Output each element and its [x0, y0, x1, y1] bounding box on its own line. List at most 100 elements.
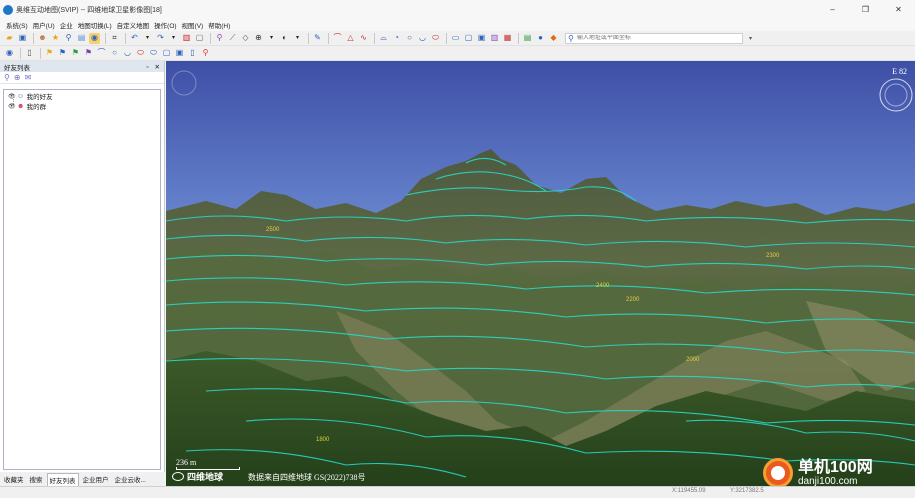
- maximize-button[interactable]: ❐: [849, 0, 882, 19]
- arc-tool-icon[interactable]: ◡: [122, 48, 133, 59]
- measure-area-icon[interactable]: ◇: [240, 33, 251, 44]
- arc-open-icon[interactable]: ◡: [417, 33, 428, 44]
- rounded-rect-icon[interactable]: ▢: [463, 33, 474, 44]
- window-controls: ‒ ❐ ✕: [816, 0, 915, 19]
- polyline-tool-icon[interactable]: ⌒: [96, 48, 107, 59]
- target-icon[interactable]: ⊕: [253, 33, 264, 44]
- delete-icon[interactable]: ▥: [181, 33, 192, 44]
- curve-icon[interactable]: ∿: [358, 33, 369, 44]
- menu-operation[interactable]: 操作(O): [154, 20, 176, 30]
- tree-item-label: 我的好友: [26, 94, 53, 101]
- square-tool-icon[interactable]: ▣: [174, 48, 185, 59]
- minimize-button[interactable]: ‒: [816, 0, 849, 19]
- watermark-text: 单机100网 danji100.com: [798, 459, 873, 486]
- tree-item-groups[interactable]: 👁 ☻ 我的群: [8, 101, 160, 112]
- shape-icon[interactable]: ▣: [476, 33, 487, 44]
- site-watermark: 单机100网 danji100.com: [763, 455, 913, 486]
- undo-dropdown-icon[interactable]: ▾: [142, 33, 153, 44]
- message-icon[interactable]: ▤: [522, 33, 533, 44]
- brand-logo-icon: [172, 472, 184, 481]
- tab-favorites[interactable]: 收藏夹: [2, 473, 26, 485]
- visibility-icon[interactable]: 👁: [8, 103, 16, 110]
- toolbar-separator: [308, 32, 309, 44]
- 3d-view-icon[interactable]: ◉: [89, 32, 100, 44]
- close-button[interactable]: ✕: [882, 0, 915, 19]
- watermark-title: 单机100网: [798, 459, 873, 476]
- book-icon[interactable]: ▥: [489, 33, 500, 44]
- doc-tool-icon[interactable]: ▯: [187, 48, 198, 59]
- redo-icon[interactable]: ↷: [155, 33, 166, 44]
- new-page-icon[interactable]: ▯: [24, 48, 35, 59]
- layer-icon[interactable]: ◐: [279, 33, 290, 44]
- toolbar-separator: [20, 47, 21, 59]
- map-pin-icon[interactable]: ⚲: [200, 48, 211, 59]
- svg-text:1800: 1800: [316, 437, 330, 443]
- locate-icon[interactable]: ◉: [4, 48, 15, 59]
- window-title: 奥维互动地图(SVIP) -- 四维地球卫星影像图[18]: [16, 5, 162, 15]
- rect-icon[interactable]: ▭: [450, 33, 461, 44]
- draw-pen-icon[interactable]: ✎: [312, 33, 323, 44]
- friends-panel: 好友列表 ▫ ✕ ⚲ ⊕ ✉ 👁 ☺ 我的好友 👁 ☻ 我的群 收藏夹 搜索 好…: [0, 61, 165, 486]
- circle-icon[interactable]: ○: [404, 33, 415, 44]
- panel-mail-icon[interactable]: ✉: [25, 73, 32, 82]
- ellipse-tool-icon[interactable]: ⬭: [135, 48, 146, 59]
- marker-icon[interactable]: ⚲: [214, 33, 225, 44]
- toolbar-separator: [446, 32, 447, 44]
- crop-icon[interactable]: ⌗: [109, 33, 120, 44]
- save-icon[interactable]: ▣: [17, 33, 28, 44]
- triangle-icon[interactable]: △: [345, 33, 356, 44]
- menu-view[interactable]: 视图(V): [182, 20, 204, 30]
- layer-dropdown-icon[interactable]: ▾: [292, 33, 303, 44]
- tab-enterprise-users[interactable]: 企业用户: [81, 473, 111, 485]
- undo-icon[interactable]: ↶: [129, 33, 140, 44]
- stats-icon[interactable]: ▦: [502, 33, 513, 44]
- tab-search[interactable]: 搜索: [28, 473, 45, 485]
- panel-pin-button[interactable]: ▫: [146, 64, 148, 71]
- menu-user[interactable]: 用户(U): [33, 20, 55, 30]
- panel-search-icon[interactable]: ⚲: [4, 73, 10, 82]
- pin-icon[interactable]: ⚲: [63, 33, 74, 44]
- menu-enterprise[interactable]: 企业: [60, 20, 73, 30]
- search-bar: ⚲: [565, 32, 743, 44]
- tag-green-icon[interactable]: ⚑: [70, 48, 81, 59]
- panel-close-button[interactable]: ✕: [155, 64, 160, 71]
- ruler-icon[interactable]: ⟋: [227, 33, 238, 44]
- panel-controls: ▫ ✕: [142, 63, 160, 71]
- map-view[interactable]: 2500 2400 2300 2200 2000 1800 E 82 236 m…: [166, 61, 915, 486]
- sector-icon[interactable]: ◔: [391, 33, 402, 44]
- map-brand: 四维地球: [172, 470, 223, 483]
- visibility-icon[interactable]: 👁: [8, 93, 16, 100]
- tag-yellow-icon[interactable]: ⚑: [44, 48, 55, 59]
- menu-help[interactable]: 帮助(H): [208, 20, 230, 30]
- circle-tool-icon[interactable]: ○: [109, 48, 120, 59]
- tab-enterprise-cloud[interactable]: 企业云收...: [113, 473, 148, 485]
- status-bar: X:119455.09 Y:3217382.5: [0, 486, 915, 498]
- arc-icon[interactable]: ⌓: [378, 33, 389, 44]
- rect-tool-icon[interactable]: ▢: [161, 48, 172, 59]
- open-folder-icon[interactable]: ▰: [4, 33, 15, 44]
- watermark-url: danji100.com: [798, 476, 858, 486]
- polyline-icon[interactable]: ⌒: [332, 33, 343, 44]
- ellipse-blue-tool-icon[interactable]: ⬭: [148, 48, 159, 59]
- search-dropdown-icon[interactable]: ▾: [749, 35, 752, 42]
- tab-friends[interactable]: 好友列表: [46, 472, 79, 486]
- tag-purple-icon[interactable]: ⚑: [83, 48, 94, 59]
- ellipse-icon[interactable]: ⬭: [430, 33, 441, 44]
- friends-icon[interactable]: ☻: [37, 33, 48, 44]
- favorite-star-icon[interactable]: ★: [50, 33, 61, 44]
- search-input[interactable]: [573, 35, 734, 41]
- toolbar-separator: [328, 32, 329, 44]
- info-icon[interactable]: ●: [535, 33, 546, 44]
- chat-icon[interactable]: ▤: [76, 33, 87, 44]
- menu-map-switch[interactable]: 地图切换(L): [78, 20, 112, 30]
- gem-icon[interactable]: ◆: [548, 33, 559, 44]
- target-dropdown-icon[interactable]: ▾: [266, 33, 277, 44]
- redo-dropdown-icon[interactable]: ▾: [168, 33, 179, 44]
- app-name: 奥维互动地图(SVIP): [16, 6, 79, 14]
- menu-system[interactable]: 系统(S): [6, 20, 28, 30]
- menu-custom-map[interactable]: 自定义地图: [117, 20, 150, 30]
- tree-item-friends[interactable]: 👁 ☺ 我的好友: [8, 91, 160, 102]
- panel-add-icon[interactable]: ⊕: [14, 73, 21, 82]
- tag-blue-icon[interactable]: ⚑: [57, 48, 68, 59]
- select-rect-icon[interactable]: ▢: [194, 33, 205, 44]
